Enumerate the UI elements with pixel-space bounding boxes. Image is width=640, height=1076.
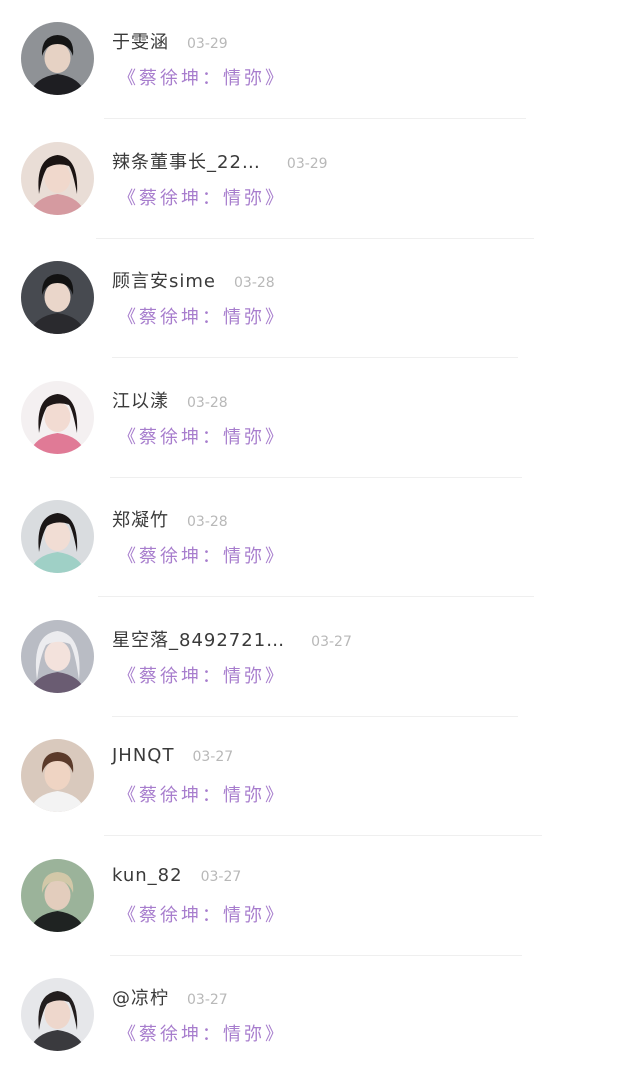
comment-meta: 顾言安sime 03-28 [112, 267, 275, 293]
comment-item[interactable]: 顾言安sime 03-28 《蔡徐坤：情弥》 [0, 239, 640, 359]
comment-text: 《蔡徐坤：情弥》 [118, 904, 286, 926]
comment-date: 03-29 [286, 155, 328, 172]
username[interactable]: 于雯涵 [112, 28, 169, 54]
comment-date: 03-28 [187, 394, 228, 411]
username[interactable]: 江以漾 [112, 387, 169, 413]
avatar[interactable] [21, 858, 94, 932]
username[interactable]: 郑凝竹 [112, 506, 169, 532]
comment-item[interactable]: 于雯涵 03-29 《蔡徐坤：情弥》 [0, 0, 640, 120]
comment-text: 《蔡徐坤：情弥》 [118, 665, 286, 687]
avatar-image [21, 739, 94, 812]
comment-date: 03-29 [187, 36, 228, 52]
comment-meta: JHNQT 03-27 [112, 745, 233, 771]
comment-list: 于雯涵 03-29 《蔡徐坤：情弥》 辣条董事长_22… 03-29 《蔡徐坤：… [0, 0, 640, 1058]
comment-text: 《蔡徐坤：情弥》 [118, 1024, 286, 1045]
comment-item[interactable]: 江以漾 03-28 《蔡徐坤：情弥》 [0, 359, 640, 479]
comment-item[interactable]: JHNQT 03-27 《蔡徐坤：情弥》 [0, 717, 640, 837]
username[interactable]: kun_82 [112, 865, 183, 886]
avatar[interactable] [21, 978, 94, 1051]
avatar[interactable] [21, 22, 94, 95]
avatar[interactable] [21, 739, 94, 812]
comment-date: 03-27 [311, 633, 352, 650]
username[interactable]: JHNQT [112, 745, 174, 766]
avatar-image [21, 619, 94, 693]
comment-meta: 于雯涵 03-29 [112, 28, 228, 54]
username[interactable]: 辣条董事长_22… [112, 148, 261, 174]
username[interactable]: @凉柠 [112, 984, 169, 1010]
comment-text: 《蔡徐坤：情弥》 [118, 307, 286, 328]
comment-meta: 郑凝竹 03-28 [112, 506, 228, 532]
comment-date: 03-28 [234, 275, 275, 291]
comment-meta: 星空落_8492721… 03-27 [112, 626, 352, 652]
comment-text: 《蔡徐坤：情弥》 [118, 426, 286, 448]
comment-item[interactable]: kun_82 03-27 《蔡徐坤：情弥》 [0, 837, 640, 957]
comment-date: 03-27 [200, 868, 242, 885]
comment-meta: kun_82 03-27 [112, 865, 241, 891]
avatar[interactable] [21, 141, 94, 215]
username[interactable]: 顾言安sime [112, 267, 216, 293]
comment-item[interactable]: 星空落_8492721… 03-27 《蔡徐坤：情弥》 [0, 598, 640, 718]
comment-date: 03-27 [192, 749, 234, 765]
avatar[interactable] [21, 500, 94, 573]
comment-item[interactable]: 郑凝竹 03-28 《蔡徐坤：情弥》 [0, 478, 640, 598]
avatar-image [21, 500, 94, 573]
avatar-image [21, 261, 94, 334]
comment-meta: 江以漾 03-28 [112, 387, 228, 413]
avatar[interactable] [21, 619, 94, 693]
comment-text: 《蔡徐坤：情弥》 [118, 68, 286, 89]
comment-meta: 辣条董事长_22… 03-29 [112, 148, 328, 174]
avatar-image [21, 858, 94, 932]
username[interactable]: 星空落_8492721… [112, 626, 285, 652]
comment-date: 03-28 [187, 514, 228, 530]
avatar-image [21, 380, 94, 454]
comment-text: 《蔡徐坤：情弥》 [118, 785, 286, 806]
avatar[interactable] [21, 380, 94, 454]
comment-text: 《蔡徐坤：情弥》 [118, 187, 286, 209]
comment-text: 《蔡徐坤：情弥》 [118, 546, 286, 567]
comment-meta: @凉柠 03-27 [112, 984, 228, 1010]
avatar-image [21, 978, 94, 1051]
avatar-image [21, 141, 94, 215]
avatar[interactable] [21, 261, 94, 334]
avatar-image [21, 22, 94, 95]
comment-date: 03-27 [187, 992, 228, 1008]
comment-item[interactable]: 辣条董事长_22… 03-29 《蔡徐坤：情弥》 [0, 120, 640, 240]
